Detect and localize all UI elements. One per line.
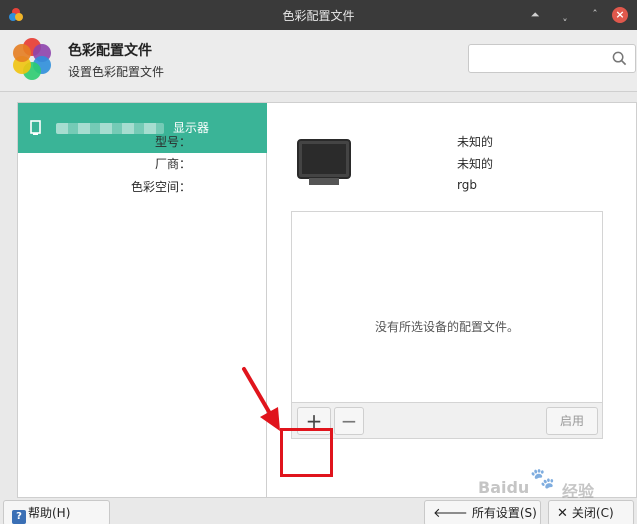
search-input[interactable] <box>475 49 605 68</box>
header: 色彩配置文件 设置色彩配置文件 <box>0 30 637 92</box>
shade-icon[interactable]: ⏶ <box>527 7 543 23</box>
help-button-label: 帮助(H) <box>28 506 71 520</box>
watermark-text: Baidu <box>478 478 530 497</box>
footer: ? 帮助(H) 🡐 所有设置(S) ✕ 关闭(C) <box>0 498 637 524</box>
page-title: 色彩配置文件 <box>68 43 152 59</box>
display-icon <box>30 120 41 135</box>
enable-profile-button[interactable]: 启用 <box>546 407 598 435</box>
info-colorspace-value: rgb <box>457 178 477 192</box>
close-icon[interactable]: × <box>612 7 628 23</box>
search-icon[interactable] <box>612 51 627 66</box>
remove-profile-button[interactable]: − <box>334 407 364 435</box>
profile-toolbar: + − 启用 <box>292 402 602 438</box>
title-bar: 色彩配置文件 ⏶ ˬ ˆ × <box>0 0 637 30</box>
maximize-icon[interactable]: ˆ <box>587 7 603 23</box>
all-settings-label: 所有设置(S) <box>471 506 537 520</box>
info-model-value: 未知的 <box>457 135 494 149</box>
close-button-label: 关闭(C) <box>571 506 614 520</box>
annotation-highlight-box <box>280 428 333 477</box>
help-icon: ? <box>12 510 26 524</box>
search-box[interactable] <box>468 44 636 73</box>
info-vendor-key: 厂商： <box>154 157 191 171</box>
info-model-key: 型号： <box>154 135 191 149</box>
all-settings-button[interactable]: 🡐 所有设置(S) <box>424 500 541 524</box>
info-vendor-value: 未知的 <box>457 157 494 171</box>
info-colorspace-key: 色彩空间： <box>130 180 191 194</box>
paw-icon: 🐾 <box>530 466 555 490</box>
annotation-arrow-icon <box>242 367 280 431</box>
empty-message: 没有所选设备的配置文件。 <box>374 320 519 334</box>
page-subtitle: 设置色彩配置文件 <box>68 65 165 79</box>
monitor-icon <box>297 139 351 185</box>
color-profiles-logo-icon <box>13 38 51 80</box>
close-button[interactable]: ✕ 关闭(C) <box>548 500 634 524</box>
minimize-icon[interactable]: ˬ <box>557 7 573 23</box>
arrow-left-icon: 🡐 <box>433 506 468 521</box>
close-x-icon: ✕ <box>557 506 568 521</box>
profile-list: 没有所选设备的配置文件。 + − 启用 <box>291 211 603 439</box>
help-button[interactable]: ? 帮助(H) <box>3 500 110 524</box>
